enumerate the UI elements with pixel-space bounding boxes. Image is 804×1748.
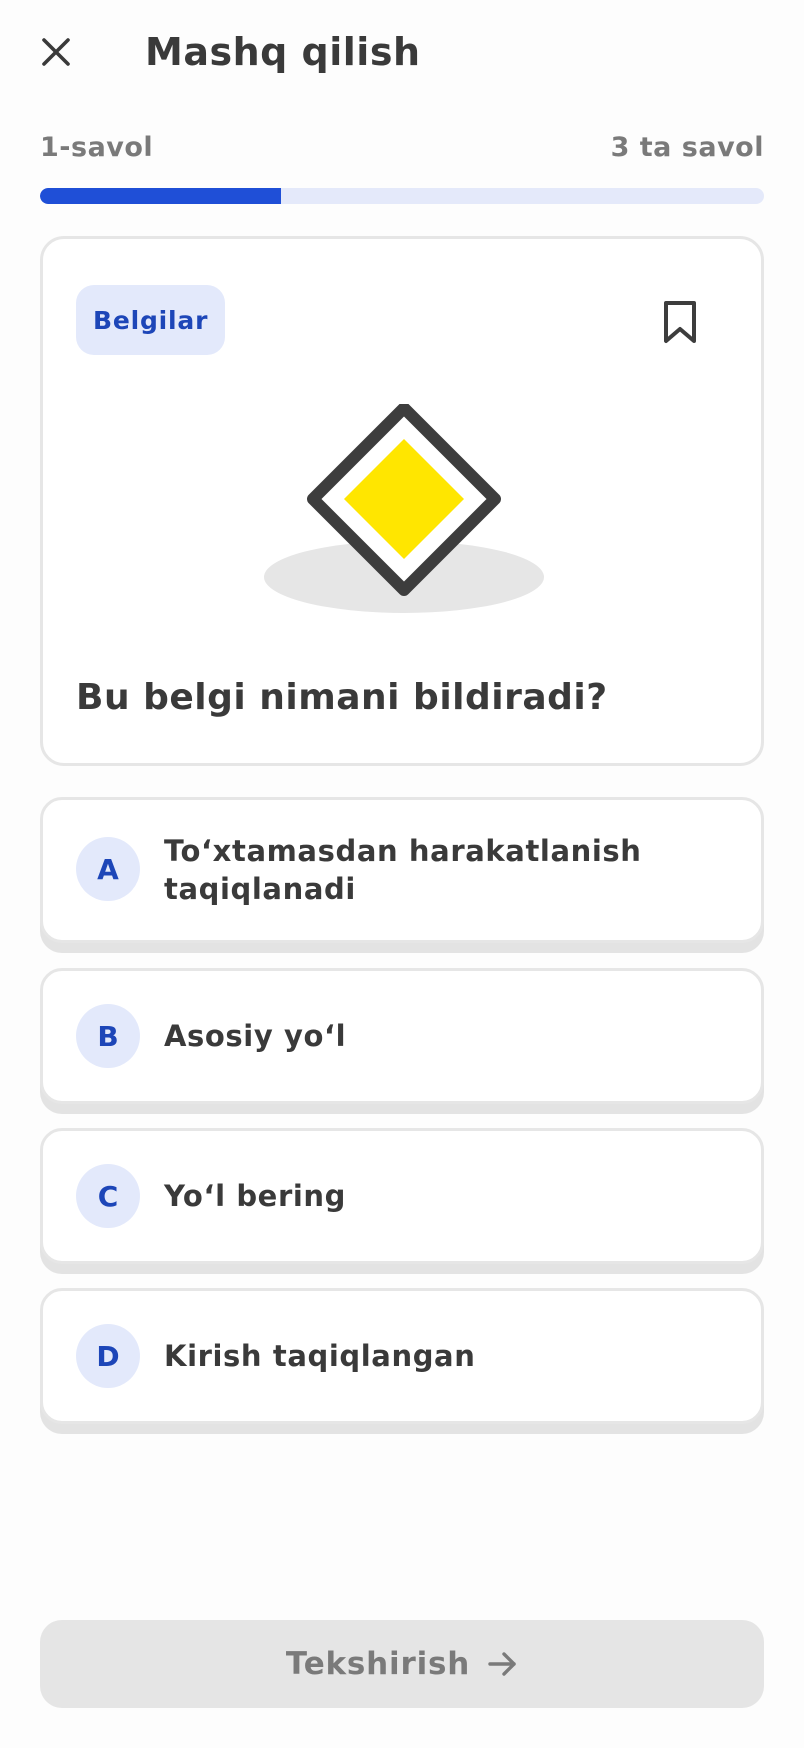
option-letter-badge: C	[76, 1164, 140, 1228]
close-icon	[42, 38, 70, 66]
current-question-label: 1-savol	[40, 132, 154, 163]
answer-option-b[interactable]: B Asosiy yo‘l	[40, 968, 764, 1104]
progress-labels: 1-savol 3 ta savol	[40, 132, 764, 163]
progress-bar	[40, 188, 764, 204]
bookmark-button[interactable]	[659, 299, 701, 345]
arrow-right-icon	[488, 1652, 516, 1676]
close-button[interactable]	[30, 26, 82, 78]
main-road-sign-icon	[264, 404, 544, 613]
top-bar: Mashq qilish	[0, 0, 804, 112]
answer-option-c[interactable]: C Yo‘l bering	[40, 1128, 764, 1264]
check-button-label: Tekshirish	[285, 1646, 471, 1682]
answer-option-d[interactable]: D Kirish taqiqlangan	[40, 1288, 764, 1424]
question-card: Belgilar Bu belgi nimani bildiradi?	[40, 236, 764, 766]
option-text: Kirish taqiqlangan	[164, 1339, 476, 1373]
option-text: To‘xtamasdan harakatlanish taqiqlanadi	[164, 834, 642, 906]
option-letter-badge: D	[76, 1324, 140, 1388]
answer-option-a[interactable]: A To‘xtamasdan harakatlanish taqiqlanadi	[40, 797, 764, 943]
option-letter-badge: B	[76, 1004, 140, 1068]
progress-bar-fill	[40, 188, 282, 204]
option-text: Asosiy yo‘l	[164, 1019, 347, 1053]
check-answer-button[interactable]: Tekshirish	[40, 1620, 764, 1708]
bookmark-icon	[664, 301, 696, 343]
page-title: Mashq qilish	[145, 30, 421, 74]
question-text: Bu belgi nimani bildiradi?	[76, 677, 608, 718]
option-text: Yo‘l bering	[164, 1179, 346, 1213]
category-badge: Belgilar	[76, 285, 226, 355]
option-letter-badge: A	[76, 837, 140, 901]
total-questions-label: 3 ta savol	[610, 132, 764, 163]
